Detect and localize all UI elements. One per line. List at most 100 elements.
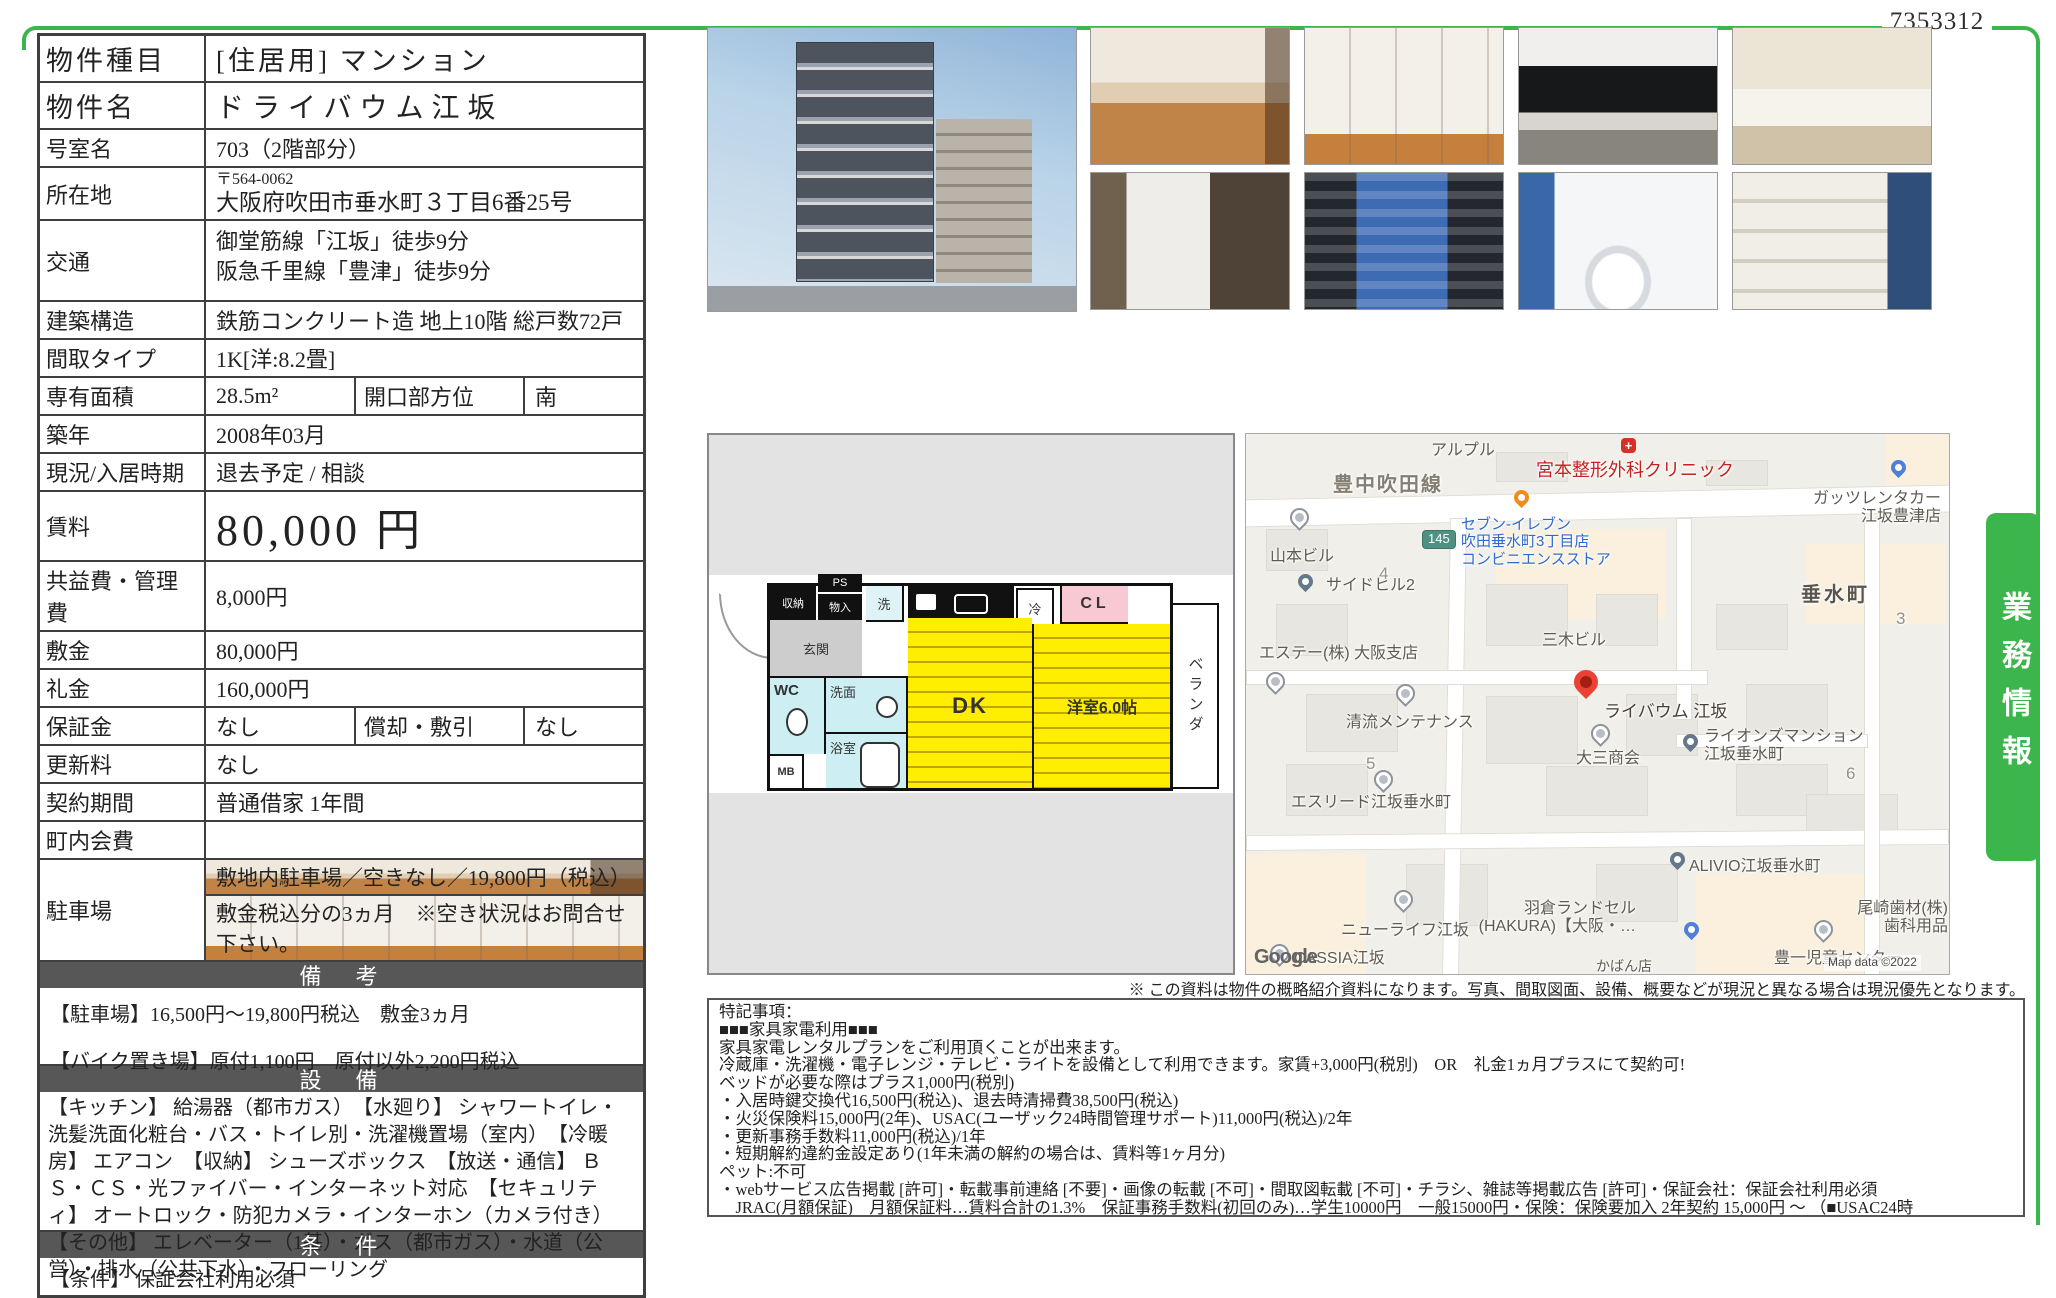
row-value: 28.5m² bbox=[206, 378, 356, 414]
map-label: 3 bbox=[1896, 609, 1905, 629]
business-info-tab: 業務情報 bbox=[1986, 513, 2040, 861]
row-value: 160,000円 bbox=[206, 670, 643, 706]
special-note-line: ・入居時鍵交換代16,500円(税込)、退去時清掃費38,500円(税込) bbox=[719, 1092, 2013, 1110]
map-labels: アルプル豊中吹田線宮本整形外科クリニックガッツレンタカー 江坂豊津店セブン-イレ… bbox=[1246, 434, 1949, 974]
map-label: 三木ビル bbox=[1542, 632, 1606, 650]
special-note-line: 冷蔵庫・洗濯機・電子レンジ・テレビ・ライトを設備として利用できます。家賃+3,0… bbox=[719, 1056, 2013, 1074]
row-value: 703（2階部分） bbox=[206, 130, 643, 166]
row-value: 〒564-0062 大阪府吹田市垂水町３丁目6番25号 bbox=[206, 168, 643, 219]
building-tower bbox=[796, 42, 934, 282]
row-label: 更新料 bbox=[40, 746, 206, 782]
fp-cl-label: CL bbox=[1060, 586, 1128, 624]
photo-closet bbox=[1304, 27, 1504, 165]
row-label: 開口部方位 bbox=[356, 378, 525, 414]
row-label: 専有面積 bbox=[40, 378, 206, 414]
fp-closet-label: 物入 bbox=[818, 594, 862, 620]
map-label: エスリード江坂垂水町 bbox=[1291, 794, 1451, 812]
photo-kitchen-room bbox=[1090, 27, 1290, 165]
special-note-line: 特記事項： bbox=[719, 1003, 2013, 1021]
map-label: セブン-イレブン 吹田垂水町3丁目店 コンビニエンスストア bbox=[1461, 516, 1611, 568]
map-label: 山本ビル bbox=[1270, 548, 1334, 566]
fp-balcony: ベランダ bbox=[1171, 603, 1219, 789]
table-row: 物件名 ドライバウム江坂 bbox=[40, 81, 643, 128]
photo-grid bbox=[1090, 27, 1942, 310]
row-value: 80,000円 bbox=[206, 632, 643, 668]
map-label: かばん店 bbox=[1596, 958, 1652, 974]
row-value: 8,000円 bbox=[206, 562, 643, 630]
row-label: 敷金 bbox=[40, 632, 206, 668]
map-label: ライバウム 江坂 bbox=[1604, 702, 1727, 722]
business-info-tab-label: 業務情報 bbox=[1991, 591, 2035, 783]
parking-line: 敷金税込分の3ヵ月 ※空き状況はお問合せ下さい。 bbox=[206, 894, 643, 960]
table-row: 所在地 〒564-0062 大阪府吹田市垂水町３丁目6番25号 bbox=[40, 166, 643, 219]
toilet-icon bbox=[786, 708, 808, 736]
map-label: Google bbox=[1254, 946, 1317, 969]
equipment-text: 【キッチン】 給湯器（都市ガス） 【水廻り】 シャワートイレ・洗髪洗面化粧台・バ… bbox=[40, 1092, 643, 1230]
row-value: なし bbox=[525, 708, 643, 744]
row-label: 交通 bbox=[40, 221, 206, 300]
photo-stove bbox=[1518, 27, 1718, 165]
row-label: 共益費・管理費 bbox=[40, 562, 206, 630]
row-value: 御堂筋線「江坂」徒歩9分 阪急千里線「豊津」徒歩9分 bbox=[206, 221, 643, 300]
table-row: 交通 御堂筋線「江坂」徒歩9分 阪急千里線「豊津」徒歩9分 bbox=[40, 219, 643, 300]
row-value: 南 bbox=[525, 378, 643, 414]
map-label: 宮本整形外科クリニック bbox=[1536, 460, 1734, 481]
row-label: 礼金 bbox=[40, 670, 206, 706]
map-label: 145 bbox=[1422, 530, 1456, 549]
row-label: 築年 bbox=[40, 416, 206, 452]
map-label: ガッツレンタカー 江坂豊津店 bbox=[1791, 490, 1941, 527]
property-name: ドライバウム江坂 bbox=[206, 83, 643, 128]
row-label: 契約期間 bbox=[40, 784, 206, 820]
row-value: なし bbox=[206, 746, 643, 782]
map-label: 5 bbox=[1366, 754, 1375, 774]
row-value: 2008年03月 bbox=[206, 416, 643, 452]
fp-storage-label: 収納 bbox=[770, 586, 816, 620]
rent-value: 80,000 円 bbox=[206, 492, 643, 560]
remark-line: 【駐車場】16,500円～19,800円税込 敷金3ヵ月 bbox=[50, 998, 633, 1027]
fp-room-label: 洋室6.0帖 bbox=[1067, 694, 1137, 718]
row-value: なし bbox=[206, 708, 356, 744]
table-row: 敷金 80,000円 bbox=[40, 630, 643, 668]
row-label: 間取タイプ bbox=[40, 340, 206, 376]
row-value: 敷地内駐車場／空きなし／19,800円（税込） 敷金税込分の3ヵ月 ※空き状況は… bbox=[206, 860, 643, 960]
fp-balcony-label: ベランダ bbox=[1185, 656, 1206, 736]
transport-line: 御堂筋線「江坂」徒歩9分 bbox=[216, 227, 469, 257]
map-label: 羽倉ランドセル (HAKURA)【大阪・… bbox=[1476, 900, 1636, 937]
fp-vanity: 洗面 bbox=[826, 676, 908, 732]
map-label: ライオンズマンション 江坂垂水町 bbox=[1704, 728, 1864, 765]
fp-dk-label: DK bbox=[952, 693, 988, 719]
building-ground bbox=[708, 286, 1076, 311]
table-row: 専有面積 28.5m² 開口部方位 南 bbox=[40, 376, 643, 414]
table-row: 駐車場 敷地内駐車場／空きなし／19,800円（税込） 敷金税込分の3ヵ月 ※空… bbox=[40, 858, 643, 960]
map-label: 清流メンテナンス bbox=[1346, 714, 1474, 732]
address: 大阪府吹田市垂水町３丁目6番25号 bbox=[216, 189, 573, 217]
map-label: Map data ©2022 bbox=[1824, 955, 1921, 971]
map-label: アルプル bbox=[1431, 442, 1495, 460]
fp-dk-room: DK bbox=[908, 618, 1032, 788]
photo-window bbox=[1304, 172, 1504, 310]
map-label: ALIVIO江坂垂水町 bbox=[1689, 858, 1821, 876]
row-label: 町内会費 bbox=[40, 822, 206, 858]
row-label: 物件種目 bbox=[40, 36, 206, 81]
postal-code: 〒564-0062 bbox=[216, 171, 293, 189]
map-label: 垂水町 bbox=[1801, 584, 1870, 607]
map-label: エステー(株) 大阪支店 bbox=[1259, 645, 1418, 663]
special-note-line: ・更新事務手数料11,000円(税込)/1年 bbox=[719, 1128, 2013, 1146]
fp-ps-label: PS bbox=[818, 574, 862, 592]
row-label: 号室名 bbox=[40, 130, 206, 166]
table-row: 共益費・管理費 8,000円 bbox=[40, 560, 643, 630]
table-row: 更新料 なし bbox=[40, 744, 643, 782]
remarks-section: 【駐車場】16,500円～19,800円税込 敷金3ヵ月【バイク置き場】原付1,… bbox=[40, 988, 643, 1064]
special-note-line: ・webサービス広告掲載 [許可]・転載事前連絡 [不要]・画像の転載 [不可]… bbox=[719, 1181, 2013, 1199]
row-label: 賃料 bbox=[40, 492, 206, 560]
bathtub-icon bbox=[860, 742, 900, 788]
table-row: 町内会費 bbox=[40, 820, 643, 858]
special-note-line: ペット:不可 bbox=[719, 1163, 2013, 1181]
table-row: 現況/入居時期 退去予定 / 相談 bbox=[40, 452, 643, 490]
map-label: 尾崎歯材(株) 歯科用品 bbox=[1828, 900, 1948, 937]
sink-icon bbox=[954, 594, 988, 614]
photo-building-exterior bbox=[707, 27, 1077, 312]
row-label: 駐車場 bbox=[40, 860, 206, 960]
building-side bbox=[936, 119, 1032, 283]
row-value: 退去予定 / 相談 bbox=[206, 454, 643, 490]
